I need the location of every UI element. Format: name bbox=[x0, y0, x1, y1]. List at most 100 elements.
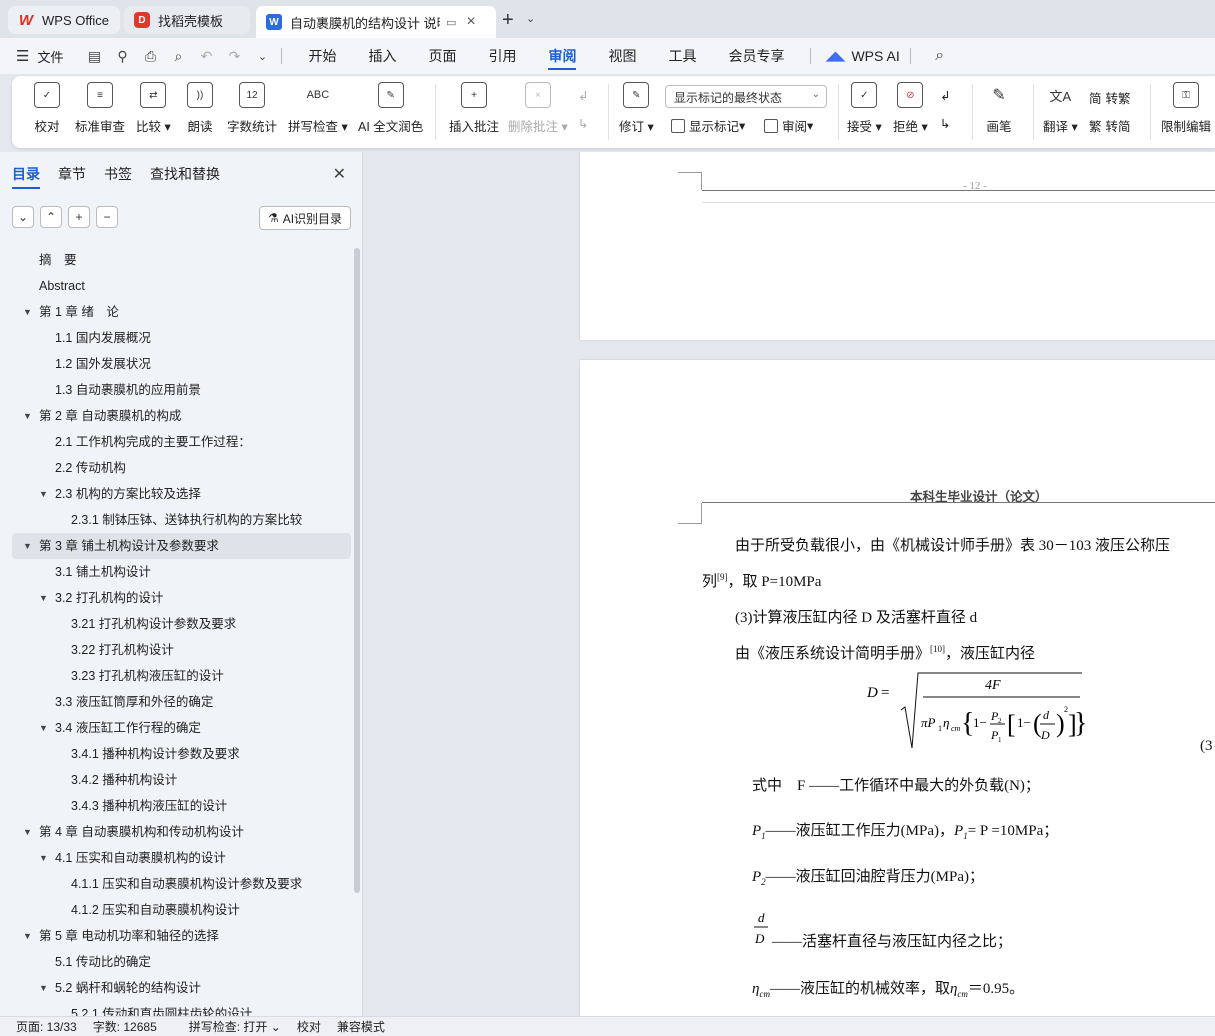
toc-item[interactable]: 2.2 传动机构 bbox=[12, 455, 351, 481]
panel-tab-sections[interactable]: 章节 bbox=[58, 164, 86, 189]
toc-item[interactable]: 3.3 液压缸筒厚和外径的确定 bbox=[12, 689, 351, 715]
collapse-down-icon[interactable]: ⌄ bbox=[12, 206, 34, 228]
expand-toggle-icon[interactable]: ▼ bbox=[23, 923, 32, 949]
expand-toggle-icon[interactable]: ▼ bbox=[23, 533, 32, 559]
file-menu[interactable]: 文件 bbox=[37, 47, 63, 66]
toc-item[interactable]: 3.23 打孔机构液压缸的设计 bbox=[12, 663, 351, 689]
expand-toggle-icon[interactable]: ▼ bbox=[39, 481, 48, 507]
toc-item[interactable]: 3.4.2 播种机构设计 bbox=[12, 767, 351, 793]
toc-item[interactable]: Abstract bbox=[12, 273, 351, 299]
panel-tab-toc[interactable]: 目录 bbox=[12, 164, 40, 189]
proofread-indicator[interactable]: 校对 bbox=[297, 1018, 321, 1035]
expand-toggle-icon[interactable]: ▼ bbox=[23, 819, 32, 845]
previous-change-icon[interactable]: ↲ bbox=[940, 88, 950, 103]
expand-toggle-icon[interactable]: ▼ bbox=[23, 403, 32, 429]
expand-toggle-icon[interactable]: ▼ bbox=[39, 585, 48, 611]
reject-button[interactable]: ⊘ 拒绝 ▾ bbox=[893, 82, 928, 135]
markup-view-select[interactable]: 显示标记的最终状态 ⌄ bbox=[665, 85, 827, 108]
read-aloud-button[interactable]: )) 朗读 bbox=[187, 82, 213, 135]
toc-item[interactable]: ▼ 3.4 液压缸工作行程的确定 bbox=[12, 715, 351, 741]
toc-item[interactable]: ▼ 4.1 压实和自动裹膜机构的设计 bbox=[12, 845, 351, 871]
tab-document[interactable]: W 自动裹膜机的结构设计 说明书 ▭ × bbox=[256, 6, 496, 38]
save-icon[interactable]: ▤ bbox=[85, 48, 103, 64]
spell-check-button[interactable]: ABC 拼写检查 ▾ bbox=[288, 82, 348, 135]
toc-item[interactable]: 1.3 自动裹膜机的应用前景 bbox=[12, 377, 351, 403]
toc-item[interactable]: 5.1 传动比的确定 bbox=[12, 949, 351, 975]
expand-toggle-icon[interactable]: ▼ bbox=[39, 975, 48, 1001]
next-comment-icon[interactable]: ↳ bbox=[578, 116, 588, 131]
hamburger-icon[interactable]: ☰ bbox=[16, 47, 29, 65]
toc-item[interactable]: ▼ 3.2 打孔机构的设计 bbox=[12, 585, 351, 611]
toc-item[interactable]: ▼ 第 4 章 自动裹膜机构和传动机构设计 bbox=[12, 819, 351, 845]
toc-item[interactable]: 1.2 国外发展状况 bbox=[12, 351, 351, 377]
toc-item[interactable]: 2.1 工作机构完成的主要工作过程： bbox=[12, 429, 351, 455]
search-icon[interactable]: ⌕ bbox=[931, 47, 949, 64]
new-tab-icon[interactable]: + bbox=[502, 9, 514, 32]
collapse-up-icon[interactable]: ⌃ bbox=[40, 206, 62, 228]
expand-toggle-icon[interactable]: ▼ bbox=[39, 715, 48, 741]
expand-toggle-icon[interactable]: ▼ bbox=[23, 299, 32, 325]
toc-item[interactable]: 1.1 国内发展概况 bbox=[12, 325, 351, 351]
toc-item[interactable]: 3.1 铺土机构设计 bbox=[12, 559, 351, 585]
toc-item[interactable]: 3.4.3 播种机构液压缸的设计 bbox=[12, 793, 351, 819]
menu-tab-references[interactable]: 引用 bbox=[488, 38, 516, 74]
print-preview-icon[interactable]: ⌕ bbox=[169, 48, 187, 64]
toc-item[interactable]: ▼ 第 2 章 自动裹膜机的构成 bbox=[12, 403, 351, 429]
toc-item[interactable]: ▼ 第 1 章 绪 论 bbox=[12, 299, 351, 325]
remove-heading-icon[interactable]: − bbox=[96, 206, 118, 228]
delete-comment-button[interactable]: × 删除批注 ▾ bbox=[508, 82, 568, 135]
menu-tab-home[interactable]: 开始 bbox=[308, 38, 336, 74]
toc-item[interactable]: ▼ 2.3 机构的方案比较及选择 bbox=[12, 481, 351, 507]
panel-tab-find-replace[interactable]: 查找和替换 bbox=[150, 164, 220, 189]
add-heading-icon[interactable]: + bbox=[68, 206, 90, 228]
proofread-button[interactable]: ✓ 校对 bbox=[34, 82, 60, 135]
insert-comment-button[interactable]: + 插入批注 bbox=[449, 82, 499, 135]
to-traditional-button[interactable]: 简 转繁 bbox=[1089, 88, 1131, 107]
ai-toc-button[interactable]: ⚗ AI识别目录 bbox=[259, 206, 351, 230]
menu-tab-tools[interactable]: 工具 bbox=[668, 38, 696, 74]
tab-templates[interactable]: D 找稻壳模板 bbox=[124, 6, 250, 34]
standard-review-button[interactable]: ≡ 标准审查 bbox=[75, 82, 125, 135]
toc-item[interactable]: 3.4.1 播种机构设计参数及要求 bbox=[12, 741, 351, 767]
compare-button[interactable]: ⇄ 比较 ▾ bbox=[136, 82, 171, 135]
track-changes-button[interactable]: ✎ 修订 ▾ bbox=[619, 82, 654, 135]
wps-ai-menu[interactable]: ◢◣ WPS AI bbox=[825, 48, 899, 64]
menu-tab-member[interactable]: 会员专享 bbox=[728, 38, 784, 74]
menu-tab-page[interactable]: 页面 bbox=[428, 38, 456, 74]
accept-button[interactable]: ✓ 接受 ▾ bbox=[847, 82, 882, 135]
next-change-icon[interactable]: ↳ bbox=[940, 116, 950, 131]
expand-toggle-icon[interactable]: ▼ bbox=[39, 845, 48, 871]
toc-item[interactable]: 3.21 打孔机构设计参数及要求 bbox=[12, 611, 351, 637]
redo-icon[interactable]: ↷ bbox=[225, 48, 243, 64]
close-tab-icon[interactable]: × bbox=[466, 13, 475, 31]
tab-wps-office[interactable]: W WPS Office bbox=[8, 6, 120, 34]
toc-item[interactable]: 2.3.1 制钵压钵、送钵执行机构的方案比较 bbox=[12, 507, 351, 533]
ai-polish-button[interactable]: ✎ AI 全文润色 bbox=[358, 82, 423, 135]
word-count-indicator[interactable]: 字数: 12685 bbox=[93, 1018, 157, 1035]
panel-tab-bookmarks[interactable]: 书签 bbox=[104, 164, 132, 189]
show-markup-button[interactable]: 显示标记 ▾ bbox=[671, 116, 745, 135]
print-icon[interactable]: ⎙ bbox=[141, 48, 159, 64]
menu-tab-view[interactable]: 视图 bbox=[608, 38, 636, 74]
tab-list-chevron-icon[interactable]: ⌄ bbox=[526, 12, 535, 25]
toc-item[interactable]: ▼ 第 3 章 铺土机构设计及参数要求 bbox=[12, 533, 351, 559]
toc-item[interactable]: ▼ 第 5 章 电动机功率和轴径的选择 bbox=[12, 923, 351, 949]
review-pane-button[interactable]: 审阅 ▾ bbox=[764, 116, 813, 135]
toc-item[interactable]: ▼ 5.2 蜗杆和蜗轮的结构设计 bbox=[12, 975, 351, 1001]
toc-item[interactable]: 4.1.2 压实和自动裹膜机构设计 bbox=[12, 897, 351, 923]
word-count-button[interactable]: 12 字数统计 bbox=[227, 82, 277, 135]
pen-button[interactable]: ✎ 画笔 bbox=[986, 82, 1012, 135]
panel-scrollbar[interactable] bbox=[354, 248, 360, 893]
menu-tab-insert[interactable]: 插入 bbox=[368, 38, 396, 74]
menu-tab-review[interactable]: 审阅 bbox=[548, 38, 577, 74]
page-indicator[interactable]: 页面: 13/33 bbox=[16, 1018, 77, 1035]
share-icon[interactable]: ⚲ bbox=[113, 48, 131, 64]
undo-icon[interactable]: ↶ bbox=[197, 48, 215, 64]
translate-button[interactable]: 文A 翻译 ▾ bbox=[1043, 82, 1078, 135]
to-simplified-button[interactable]: 繁 转简 bbox=[1089, 116, 1131, 135]
spell-check-indicator[interactable]: 拼写检查: 打开 ⌄ bbox=[173, 1018, 281, 1035]
toc-item[interactable]: 3.22 打孔机构设计 bbox=[12, 637, 351, 663]
toc-item[interactable]: 摘 要 bbox=[12, 247, 351, 273]
restrict-edit-button[interactable]: ⚿ 限制编辑 bbox=[1161, 82, 1211, 135]
toc-item[interactable]: 4.1.1 压实和自动裹膜机构设计参数及要求 bbox=[12, 871, 351, 897]
